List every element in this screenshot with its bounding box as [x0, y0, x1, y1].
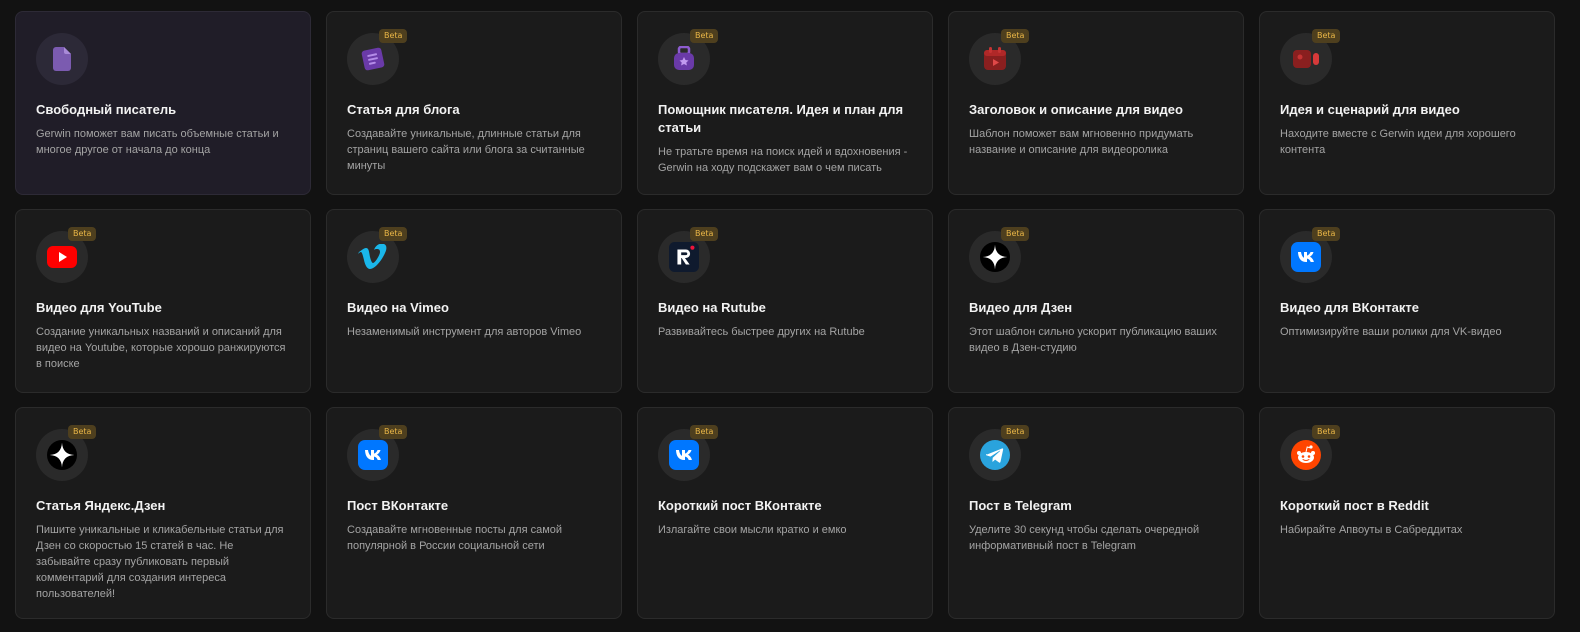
dzen-icon [47, 440, 77, 470]
video-calendar-icon [980, 44, 1010, 74]
card-description: Создавайте уникальные, длинные статьи дл… [347, 128, 585, 172]
vimeo-icon [358, 242, 388, 272]
beta-badge: Beta [690, 29, 719, 43]
card-description: Развивайтесь быстрее других на Rutube [658, 326, 865, 338]
beta-badge: Beta [1001, 227, 1030, 241]
template-card-vk-post[interactable]: Beta Пост ВКонтакте Создавайте мгновенны… [326, 407, 622, 619]
template-card-video-title-description[interactable]: Beta Заголовок и описание для видео Шабл… [948, 11, 1244, 195]
template-card-youtube-video[interactable]: Beta Видео для YouTube Создание уникальн… [15, 209, 311, 393]
template-card-video-idea-script[interactable]: Beta Идея и сценарий для видео Находите … [1259, 11, 1555, 195]
card-title: Видео на Rutube [658, 300, 766, 315]
document-icon [47, 44, 77, 74]
template-card-vimeo-video[interactable]: Beta Видео на Vimeo Незаменимый инструме… [326, 209, 622, 393]
template-grid: Свободный писатель Gerwin поможет вам пи… [15, 11, 1570, 619]
reddit-icon [1291, 440, 1321, 470]
template-card-rutube-video[interactable]: Beta Видео на Rutube Развивайтесь быстре… [637, 209, 933, 393]
card-description: Этот шаблон сильно ускорит публикацию ва… [969, 326, 1217, 354]
card-title: Короткий пост в Reddit [1280, 498, 1429, 513]
card-title: Свободный писатель [36, 102, 177, 117]
icon-circle: Beta [969, 227, 1030, 283]
template-card-blog-article[interactable]: Beta Статья для блога Создавайте уникаль… [326, 11, 622, 195]
vk-icon [358, 440, 388, 470]
icon-circle: Beta [658, 425, 719, 481]
beta-badge: Beta [68, 227, 97, 241]
beta-badge: Beta [1001, 29, 1030, 43]
card-description: Излагайте свои мысли кратко и емко [658, 524, 847, 536]
template-card-vk-video[interactable]: Beta Видео для ВКонтакте Оптимизируйте в… [1259, 209, 1555, 393]
blog-article-icon [358, 44, 388, 74]
icon-circle: Beta [1280, 425, 1341, 481]
icon-circle: Beta [969, 29, 1030, 85]
card-title: Видео для Дзен [969, 300, 1073, 315]
rutube-icon [669, 242, 699, 272]
card-description: Gerwin поможет вам писать объемные стать… [36, 128, 279, 156]
beta-badge: Beta [379, 29, 408, 43]
beta-badge: Beta [379, 425, 408, 439]
icon-circle: Beta [347, 227, 408, 283]
template-card-reddit-short-post[interactable]: Beta Короткий пост в Reddit Набирайте Ап… [1259, 407, 1555, 619]
beta-badge: Beta [690, 227, 719, 241]
template-card-free-writer[interactable]: Свободный писатель Gerwin поможет вам пи… [15, 11, 311, 195]
card-description: Создавайте мгновенные посты для самой по… [347, 524, 563, 552]
template-card-yandex-dzen-article[interactable]: Beta Статья Яндекс.Дзен Пишите уникальны… [15, 407, 311, 619]
card-description: Оптимизируйте ваши ролики для VK-видео [1280, 326, 1502, 338]
beta-badge: Beta [690, 425, 719, 439]
card-title: Видео для YouTube [36, 300, 162, 315]
card-title: Видео на Vimeo [347, 300, 449, 315]
card-description: Не тратьте время на поиск идей и вдохнов… [658, 146, 908, 174]
beta-badge: Beta [1001, 425, 1030, 439]
card-title: Короткий пост ВКонтакте [658, 498, 822, 513]
icon-circle: Beta [347, 29, 408, 85]
card-title: Видео для ВКонтакте [1280, 300, 1419, 315]
icon-circle: Beta [347, 425, 408, 481]
card-title: Идея и сценарий для видео [1280, 102, 1460, 117]
beta-badge: Beta [1312, 425, 1341, 439]
template-card-telegram-post[interactable]: Beta Пост в Telegram Уделите 30 секунд ч… [948, 407, 1244, 619]
template-card-vk-short-post[interactable]: Beta Короткий пост ВКонтакте Излагайте с… [637, 407, 933, 619]
card-description: Находите вместе с Gerwin идеи для хороше… [1280, 128, 1516, 156]
card-description: Пишите уникальные и кликабельные статьи … [36, 524, 284, 600]
card-title: Заголовок и описание для видео [969, 102, 1183, 117]
vk-icon [1291, 242, 1321, 272]
card-title: Статья Яндекс.Дзен [36, 498, 166, 513]
writer-assistant-icon [669, 44, 699, 74]
icon-circle: Beta [658, 29, 719, 85]
icon-circle: Beta [1280, 227, 1341, 283]
card-description: Уделите 30 секунд чтобы сделать очередно… [969, 524, 1200, 552]
beta-badge: Beta [379, 227, 408, 241]
beta-badge: Beta [68, 425, 97, 439]
beta-badge: Beta [1312, 227, 1341, 241]
card-description: Набирайте Апвоуты в Сабреддитах [1280, 524, 1463, 536]
template-card-dzen-video[interactable]: Beta Видео для Дзен Этот шаблон сильно у… [948, 209, 1244, 393]
card-title: Помощник писателя. Идея и план для стать… [658, 102, 904, 135]
template-card-writer-assistant[interactable]: Beta Помощник писателя. Идея и план для … [637, 11, 933, 195]
icon-circle: Beta [36, 425, 97, 481]
icon-circle [36, 33, 88, 85]
beta-badge: Beta [1312, 29, 1341, 43]
card-title: Пост ВКонтакте [347, 498, 449, 513]
card-description: Создание уникальных названий и описаний … [36, 326, 286, 370]
card-title: Пост в Telegram [969, 498, 1072, 513]
video-camera-icon [1291, 44, 1321, 74]
icon-circle: Beta [969, 425, 1030, 481]
dzen-icon [980, 242, 1010, 272]
vk-icon [669, 440, 699, 470]
telegram-icon [980, 440, 1010, 470]
youtube-icon [47, 242, 77, 272]
card-description: Шаблон поможет вам мгновенно придумать н… [969, 128, 1194, 156]
icon-circle: Beta [1280, 29, 1341, 85]
card-description: Незаменимый инструмент для авторов Vimeo [347, 326, 582, 338]
card-title: Статья для блога [347, 102, 460, 117]
icon-circle: Beta [658, 227, 719, 283]
icon-circle: Beta [36, 227, 97, 283]
